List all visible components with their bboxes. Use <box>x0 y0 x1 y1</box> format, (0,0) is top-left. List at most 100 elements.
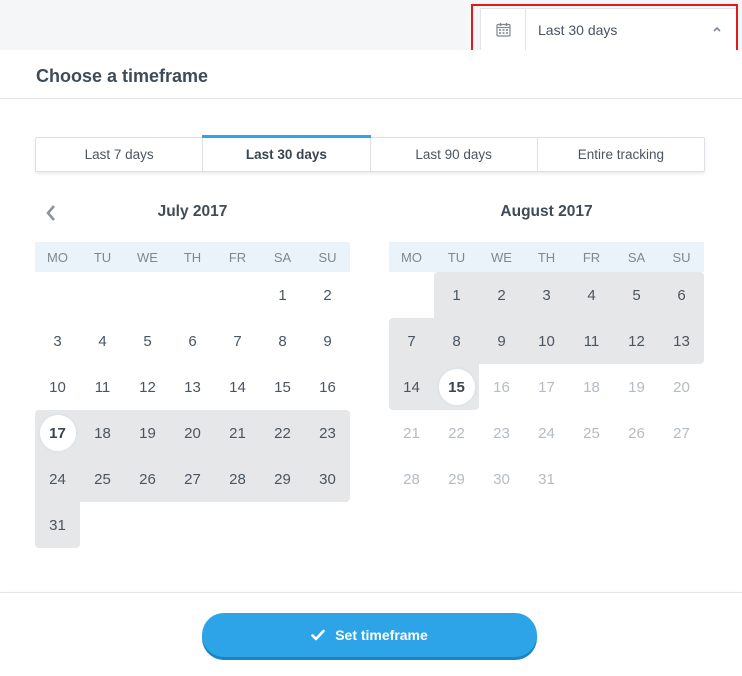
calendar-day-number: 8 <box>278 332 287 350</box>
calendar-week-row: 3 4 5 6 7 8 9 <box>35 318 350 364</box>
calendar-day[interactable]: 12 <box>614 318 659 364</box>
calendar-day[interactable]: 14 <box>215 364 260 410</box>
calendar-day: 20 <box>659 364 704 410</box>
calendar-day[interactable]: 1 <box>434 272 479 318</box>
calendar-week-row: 24 25 26 27 28 29 30 <box>35 456 350 502</box>
calendar-august: MO TU WE TH FR SA SU 1 2 3 4 5 6 7 8 9 10 11 12 13 14 15 16 17 1… <box>389 242 704 502</box>
calendar-day-number: 8 <box>452 332 461 350</box>
calendar-day-number: 1 <box>452 286 461 304</box>
calendar-day-number: 14 <box>229 378 246 396</box>
tab-last-30-days[interactable]: Last 30 days <box>202 135 371 171</box>
calendar-day-number: 16 <box>493 378 510 396</box>
calendar-day-number: 28 <box>229 470 246 488</box>
calendar-day: 21 <box>389 410 434 456</box>
calendar-day[interactable]: 15 <box>260 364 305 410</box>
calendar-day[interactable]: 13 <box>659 318 704 364</box>
calendar-week-row: 10 11 12 13 14 15 16 <box>35 364 350 410</box>
calendar-day[interactable]: 21 <box>215 410 260 456</box>
calendar-day[interactable]: 28 <box>215 456 260 502</box>
tab-last-90-days[interactable]: Last 90 days <box>371 138 538 171</box>
calendar-day[interactable]: 16 <box>305 364 350 410</box>
weekday-label: SA <box>627 249 646 265</box>
calendar-day: 31 <box>524 456 569 502</box>
calendar-day[interactable]: 24 <box>35 456 80 502</box>
tab-entire-tracking[interactable]: Entire tracking <box>538 138 704 171</box>
calendar-day[interactable]: 19 <box>125 410 170 456</box>
weekday-label: TH <box>537 249 556 265</box>
calendar-day[interactable]: 3 <box>524 272 569 318</box>
calendar-day[interactable]: 5 <box>125 318 170 364</box>
checkmark-icon <box>311 629 326 641</box>
calendar-day[interactable]: 6 <box>659 272 704 318</box>
calendar-day-number: 29 <box>274 470 291 488</box>
calendar-day[interactable]: 10 <box>524 318 569 364</box>
calendar-day[interactable]: 13 <box>170 364 215 410</box>
weekday-header-row: MO TU WE TH FR SA SU <box>35 242 350 272</box>
calendar-day-number: 2 <box>497 286 506 304</box>
calendar-day[interactable]: 5 <box>614 272 659 318</box>
calendar-day: 23 <box>479 410 524 456</box>
calendar-day[interactable]: 9 <box>305 318 350 364</box>
calendar-day[interactable]: 14 <box>389 364 434 410</box>
tab-last-7-days[interactable]: Last 7 days <box>36 138 204 171</box>
calendar-day-number: 5 <box>143 332 152 350</box>
calendar-day[interactable]: 27 <box>170 456 215 502</box>
calendar-day[interactable]: 4 <box>569 272 614 318</box>
calendar-day[interactable]: 29 <box>260 456 305 502</box>
title-divider <box>0 98 742 99</box>
calendar-day[interactable]: 4 <box>80 318 125 364</box>
calendar-day-number: 10 <box>49 378 66 396</box>
calendar-day-number: 3 <box>53 332 62 350</box>
calendar-day-number: 21 <box>229 424 246 442</box>
calendar-day <box>569 456 614 502</box>
calendar-day-number: 25 <box>583 424 600 442</box>
timeframe-panel: Choose a timeframe Last 7 days Last 30 d… <box>0 50 742 676</box>
calendar-day <box>215 502 260 548</box>
calendar-day[interactable]: 15 <box>434 364 479 410</box>
calendar-day[interactable]: 18 <box>80 410 125 456</box>
calendar-day[interactable]: 20 <box>170 410 215 456</box>
calendar-day[interactable]: 8 <box>260 318 305 364</box>
calendar-day[interactable]: 7 <box>389 318 434 364</box>
calendar-day-number: 31 <box>49 516 66 534</box>
panel-title: Choose a timeframe <box>36 66 209 86</box>
calendar-day[interactable]: 10 <box>35 364 80 410</box>
calendar-day <box>305 502 350 548</box>
range-start-day: 17 <box>37 413 78 453</box>
calendar-day[interactable]: 8 <box>434 318 479 364</box>
calendar-day[interactable]: 1 <box>260 272 305 318</box>
calendar-day[interactable]: 9 <box>479 318 524 364</box>
calendar-day[interactable]: 6 <box>170 318 215 364</box>
calendar-day-number: 13 <box>184 378 201 396</box>
calendar-day[interactable]: 17 <box>35 410 80 456</box>
calendar-day[interactable]: 3 <box>35 318 80 364</box>
calendar-day[interactable]: 12 <box>125 364 170 410</box>
calendar-day[interactable]: 31 <box>35 502 80 548</box>
calendar-day-number: 14 <box>403 378 420 396</box>
calendar-day-number: 1 <box>278 286 287 304</box>
calendar-day-number: 3 <box>542 286 551 304</box>
calendar-day[interactable]: 23 <box>305 410 350 456</box>
calendar-day-number: 29 <box>448 470 465 488</box>
calendar-day[interactable]: 2 <box>479 272 524 318</box>
calendar-day[interactable]: 2 <box>305 272 350 318</box>
calendar-day: 17 <box>524 364 569 410</box>
calendar-day[interactable]: 7 <box>215 318 260 364</box>
calendar-day-number: 31 <box>538 470 555 488</box>
calendar-week-row: 21 22 23 24 25 26 27 <box>389 410 704 456</box>
calendar-day-number: 27 <box>673 424 690 442</box>
calendar-day-number: 16 <box>319 378 336 396</box>
calendar-day[interactable]: 11 <box>569 318 614 364</box>
calendar-day: 30 <box>479 456 524 502</box>
calendar-day-number: 6 <box>677 286 686 304</box>
calendar-day: 26 <box>614 410 659 456</box>
calendar-day[interactable]: 22 <box>260 410 305 456</box>
calendar-day-number: 17 <box>538 378 555 396</box>
set-timeframe-button[interactable]: Set timeframe <box>202 613 537 657</box>
calendar-day <box>659 456 704 502</box>
calendar-day[interactable]: 11 <box>80 364 125 410</box>
calendar-day[interactable]: 26 <box>125 456 170 502</box>
calendar-day[interactable]: 25 <box>80 456 125 502</box>
weekday-label: SU <box>672 249 691 265</box>
calendar-day[interactable]: 30 <box>305 456 350 502</box>
